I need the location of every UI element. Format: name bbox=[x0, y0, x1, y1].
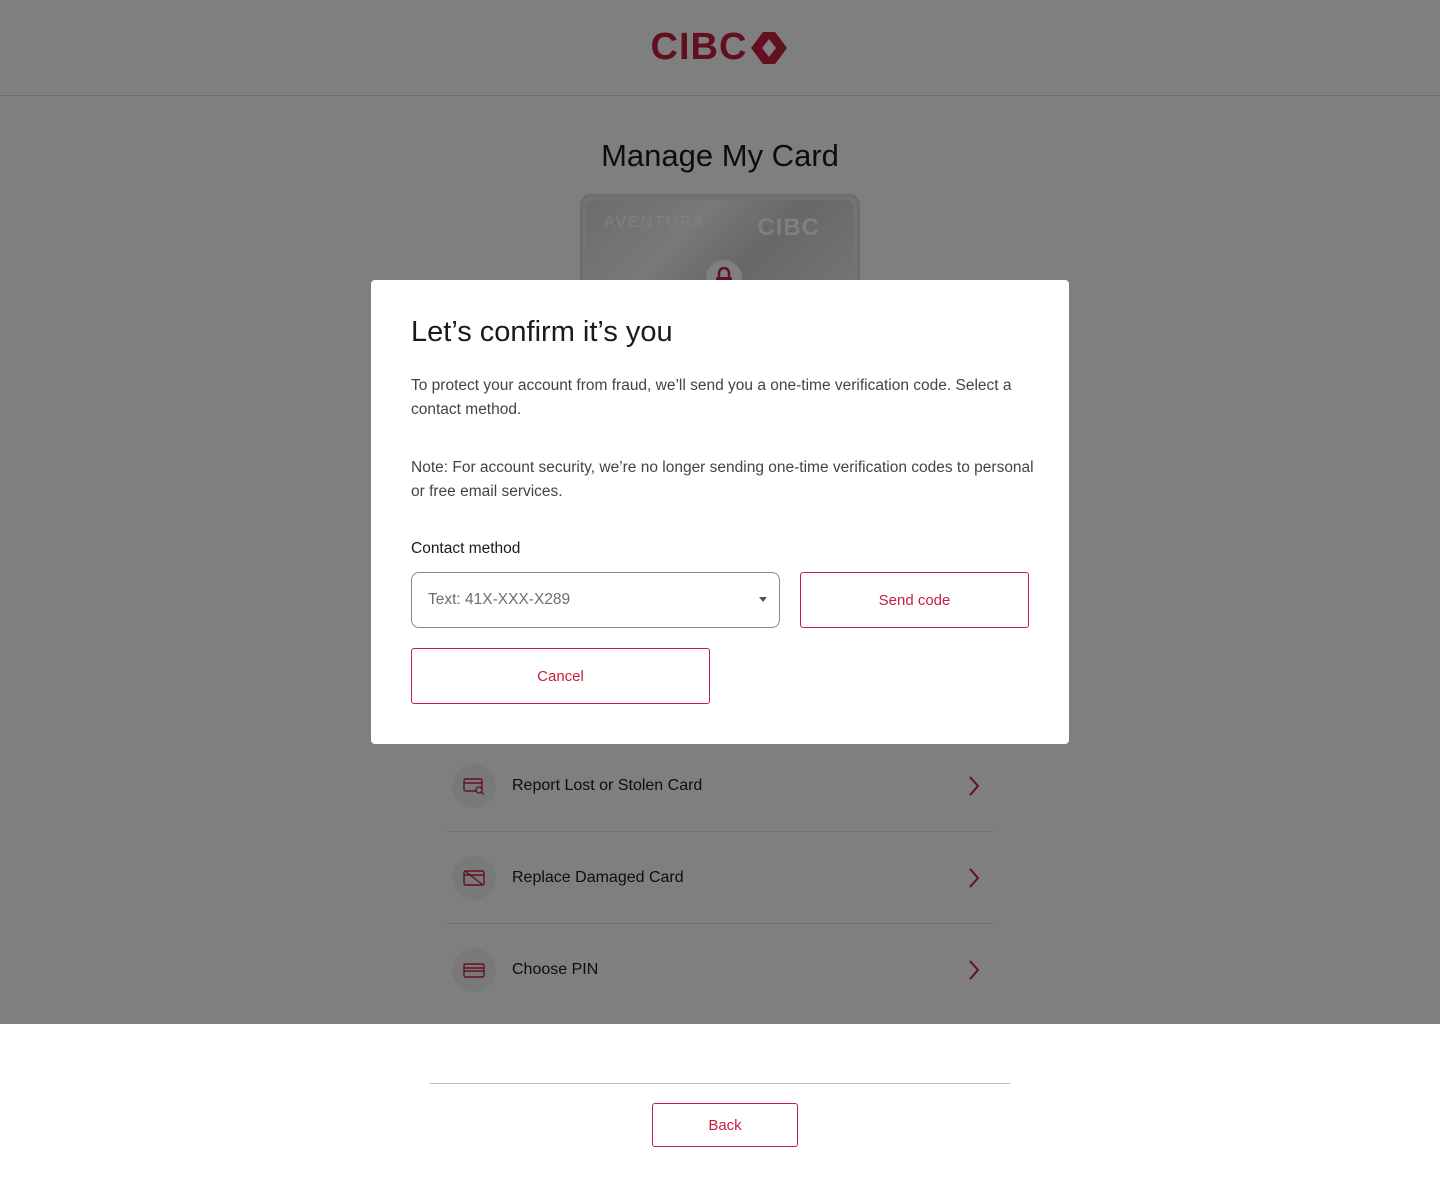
send-code-button[interactable]: Send code bbox=[800, 572, 1029, 628]
contact-method-select[interactable]: Text: 41X-XXX-X289 bbox=[411, 572, 780, 628]
modal-title: Let’s confirm it’s you bbox=[411, 316, 673, 348]
footer-divider bbox=[430, 1083, 1010, 1084]
contact-method-label: Contact method bbox=[411, 540, 521, 557]
modal-note: Note: For account security, we’re no lon… bbox=[411, 459, 1034, 500]
modal-description: To protect your account from fraud, we’l… bbox=[411, 377, 1012, 418]
back-button[interactable]: Back bbox=[652, 1103, 798, 1147]
dropdown-caret-icon bbox=[759, 597, 767, 602]
cancel-button[interactable]: Cancel bbox=[411, 648, 710, 704]
verification-modal: Let’s confirm it’s you To protect your a… bbox=[371, 280, 1069, 744]
contact-method-value: Text: 41X-XXX-X289 bbox=[428, 591, 571, 608]
